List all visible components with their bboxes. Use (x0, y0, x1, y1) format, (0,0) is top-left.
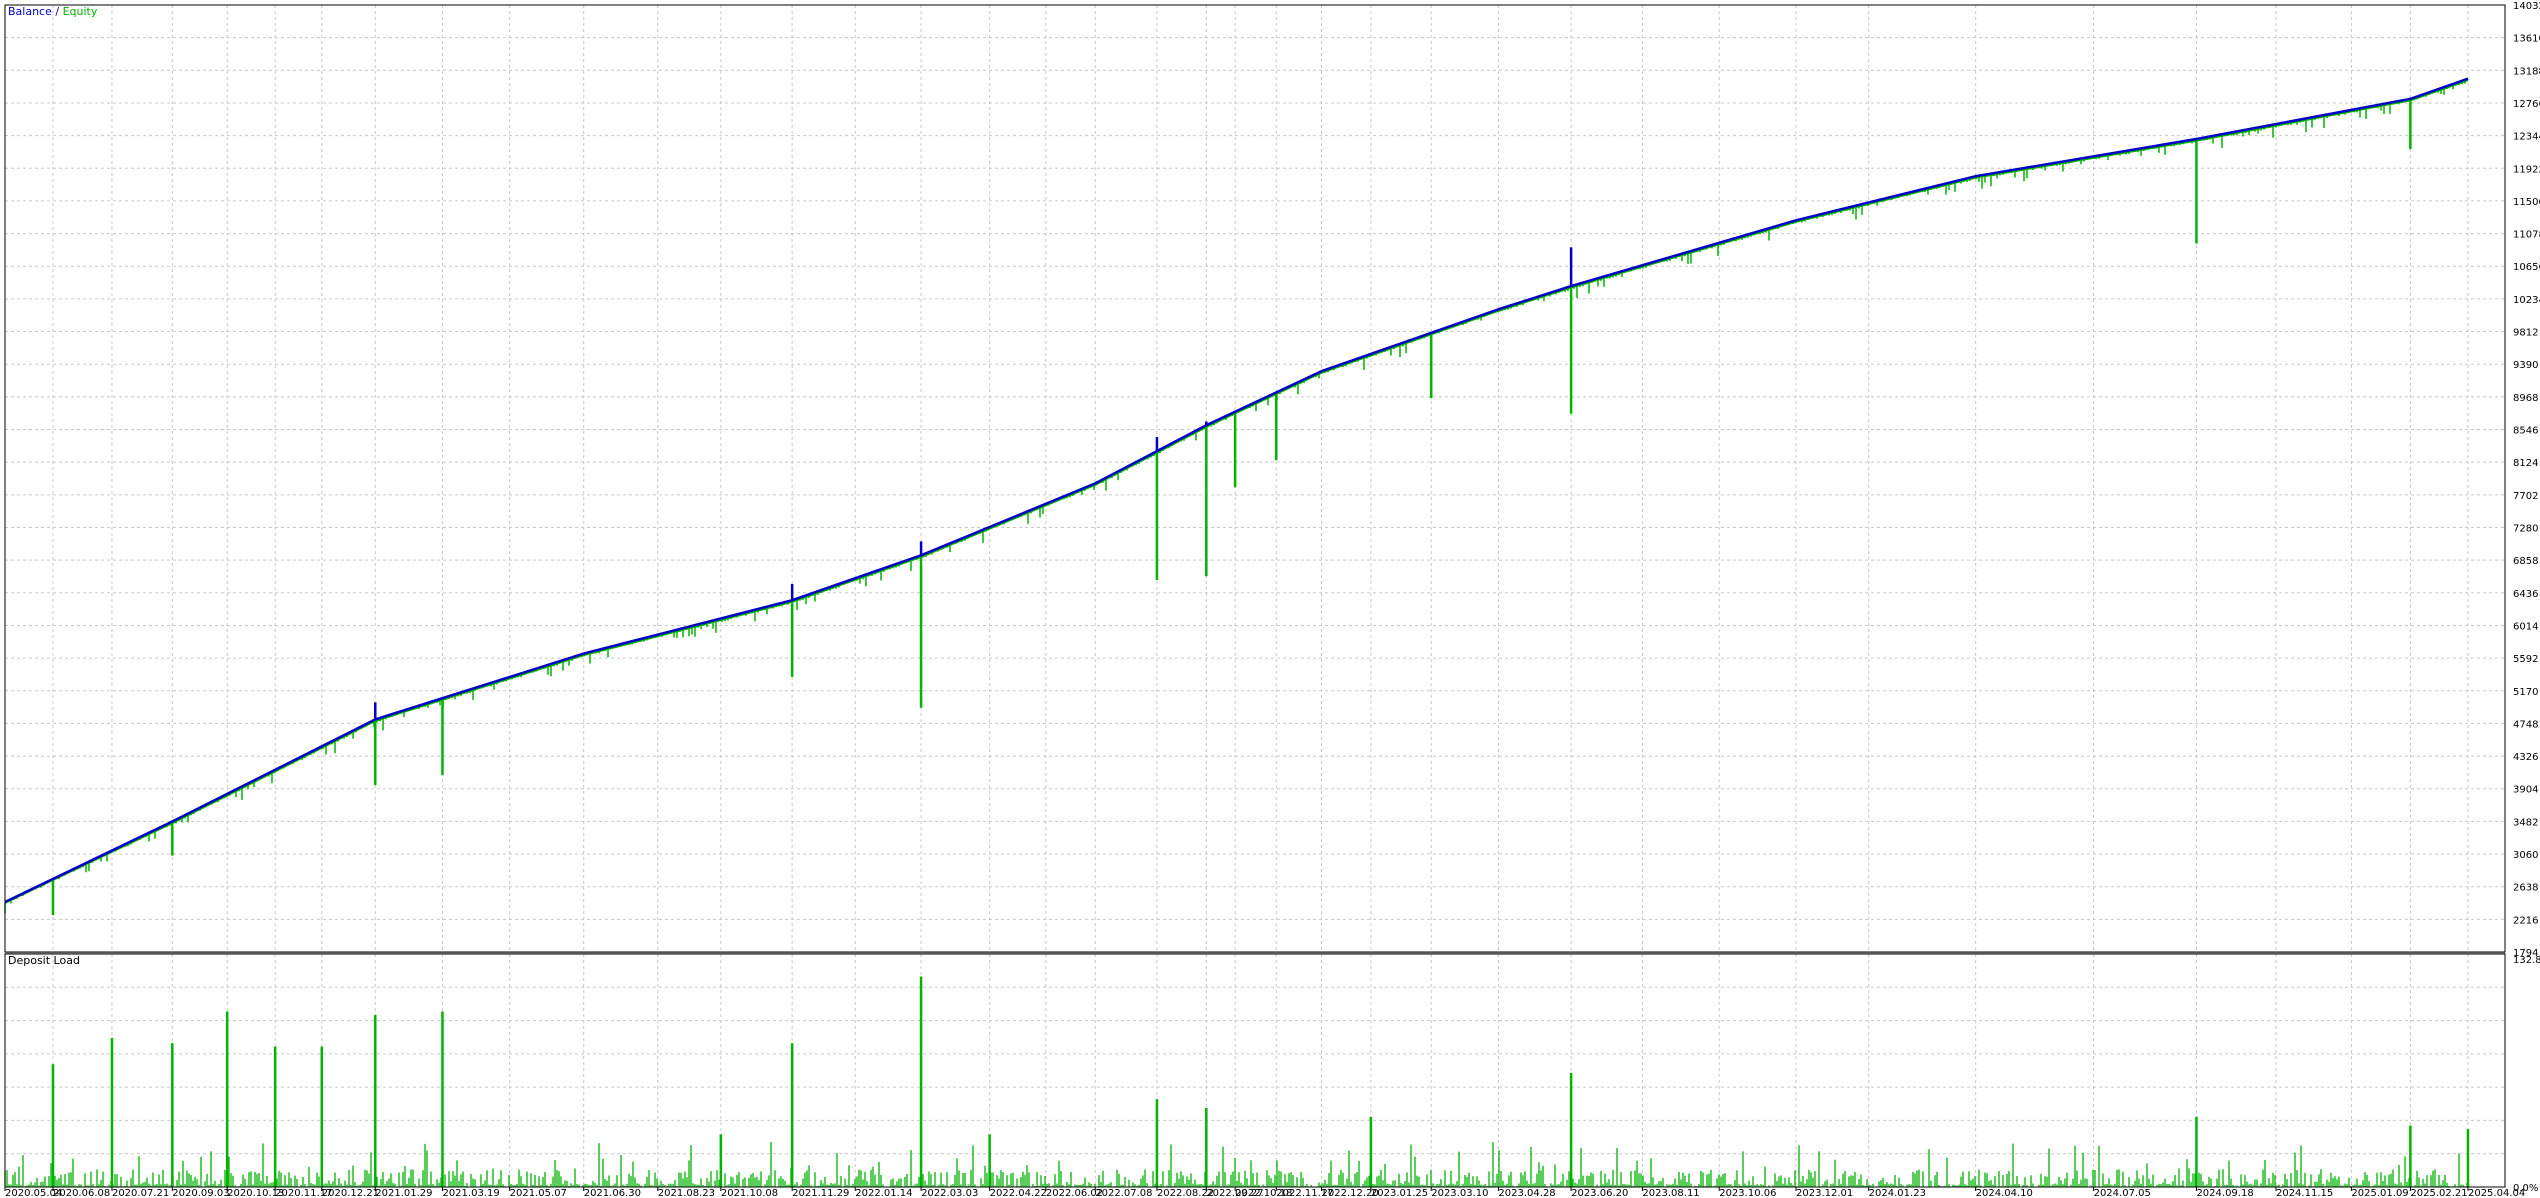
balance-frame (4, 4, 2506, 953)
x-tick-label: 2024.09.18 (2196, 1188, 2253, 1198)
x-tick-label: 2023.06.20 (1571, 1188, 1628, 1198)
legend-balance: Balance (8, 5, 52, 18)
x-tick-label: 2022.03.03 (921, 1188, 978, 1198)
x-tick-label: 2020.06.08 (53, 1188, 110, 1198)
y-tick-label: 3060 (2513, 850, 2538, 861)
y-tick-label: 9390 (2513, 360, 2538, 371)
x-tick-label: 2025.04.04 (2468, 1188, 2525, 1198)
y-tick-label: 8968 (2513, 393, 2538, 404)
x-tick-label: 2023.03.10 (1431, 1188, 1488, 1198)
x-tick-label: 2023.04.28 (1498, 1188, 1555, 1198)
x-tick-label: 2020.12.21 (322, 1188, 379, 1198)
y-tick-label: 5170 (2513, 687, 2538, 698)
equity-series (4, 79, 2469, 916)
x-tick-label: 2023.10.06 (1719, 1188, 1776, 1198)
y-tick-label: 3904 (2513, 785, 2538, 796)
x-tick-label: 2020.09.03 (172, 1188, 229, 1198)
y-tick-label: 7280 (2513, 523, 2538, 534)
y-tick-label: 11500 (2513, 197, 2540, 208)
y-tick-label: 7702 (2513, 491, 2538, 502)
y-tick-label: 132.8% (2513, 955, 2540, 966)
y-tick-label: 4748 (2513, 719, 2538, 730)
y-tick-label: 8124 (2513, 458, 2538, 469)
y-tick-label: 10234 (2513, 295, 2540, 306)
y-tick-label: 10656 (2513, 262, 2540, 273)
y-tick-label: 5592 (2513, 654, 2538, 665)
x-tick-label: 2022.07.08 (1095, 1188, 1152, 1198)
y-tick-label: 9812 (2513, 328, 2538, 339)
x-tick-label: 2023.01.25 (1371, 1188, 1428, 1198)
deposit-load-title: Deposit Load (8, 954, 80, 967)
y-tick-label: 12766 (2513, 99, 2540, 110)
x-tick-label: 2023.12.01 (1796, 1188, 1853, 1198)
x-tick-label: 2022.04.22 (990, 1188, 1047, 1198)
x-tick-label: 2021.01.29 (375, 1188, 432, 1198)
balance-y-axis: 1794221626383060348239044326474851705592… (2513, 1, 2540, 959)
chart-frames (4, 4, 2506, 1188)
x-tick-label: 2021.10.08 (721, 1188, 778, 1198)
y-tick-label: 13188 (2513, 66, 2540, 77)
chart-legend: Balance / Equity (8, 5, 97, 18)
date-x-axis: 2020.05.042020.06.08 2020.07.21 2020.09.03… (4, 1187, 2525, 1198)
x-tick-label: 2022.01.14 (855, 1188, 912, 1198)
y-tick-label: 13610 (2513, 34, 2540, 45)
x-tick-label: 2020.07.21 (112, 1188, 169, 1198)
balance-grid (4, 4, 2505, 953)
y-tick-label: 6858 (2513, 556, 2538, 567)
x-tick-label: 2024.07.05 (2094, 1188, 2151, 1198)
y-tick-label: 2216 (2513, 915, 2538, 926)
y-tick-label: 6014 (2513, 621, 2538, 632)
x-tick-label: 2024.01.23 (1869, 1188, 1926, 1198)
strategy-tester-graph: 1794221626383060348239044326474851705592… (4, 1, 2540, 1198)
deposit-load-y-axis: 132.8%0.0% (2513, 955, 2540, 1194)
y-tick-label: 11078 (2513, 230, 2540, 241)
x-tick-label: 2021.05.07 (510, 1188, 567, 1198)
y-tick-label: 14032 (2513, 1, 2540, 12)
y-tick-label: 11922 (2513, 164, 2540, 175)
deposit-load-frame (4, 953, 2506, 1188)
x-tick-label: 2024.04.10 (1976, 1188, 2033, 1198)
x-tick-label: 2024.11.15 (2276, 1188, 2333, 1198)
x-tick-label: 2021.06.30 (584, 1188, 641, 1198)
deposit-load-series (4, 976, 2470, 1187)
y-tick-label: 3482 (2513, 817, 2538, 828)
x-tick-label: 2023.08.11 (1642, 1188, 1699, 1198)
x-tick-label: 2021.11.29 (792, 1188, 849, 1198)
legend-equity: Equity (62, 5, 98, 18)
x-tick-label: 2025.02.21 (2410, 1188, 2467, 1198)
y-tick-label: 4326 (2513, 752, 2538, 763)
legend-separator: / (55, 5, 60, 18)
x-tick-label: 2021.08.23 (658, 1188, 715, 1198)
y-tick-label: 12344 (2513, 132, 2540, 143)
y-tick-label: 6436 (2513, 589, 2538, 600)
y-tick-label: 8546 (2513, 426, 2538, 437)
x-tick-label: 2021.03.19 (442, 1188, 499, 1198)
x-tick-label: 2025.01.09 (2351, 1188, 2408, 1198)
deposit-load-grid (4, 954, 2505, 1187)
y-tick-label: 2638 (2513, 883, 2538, 894)
